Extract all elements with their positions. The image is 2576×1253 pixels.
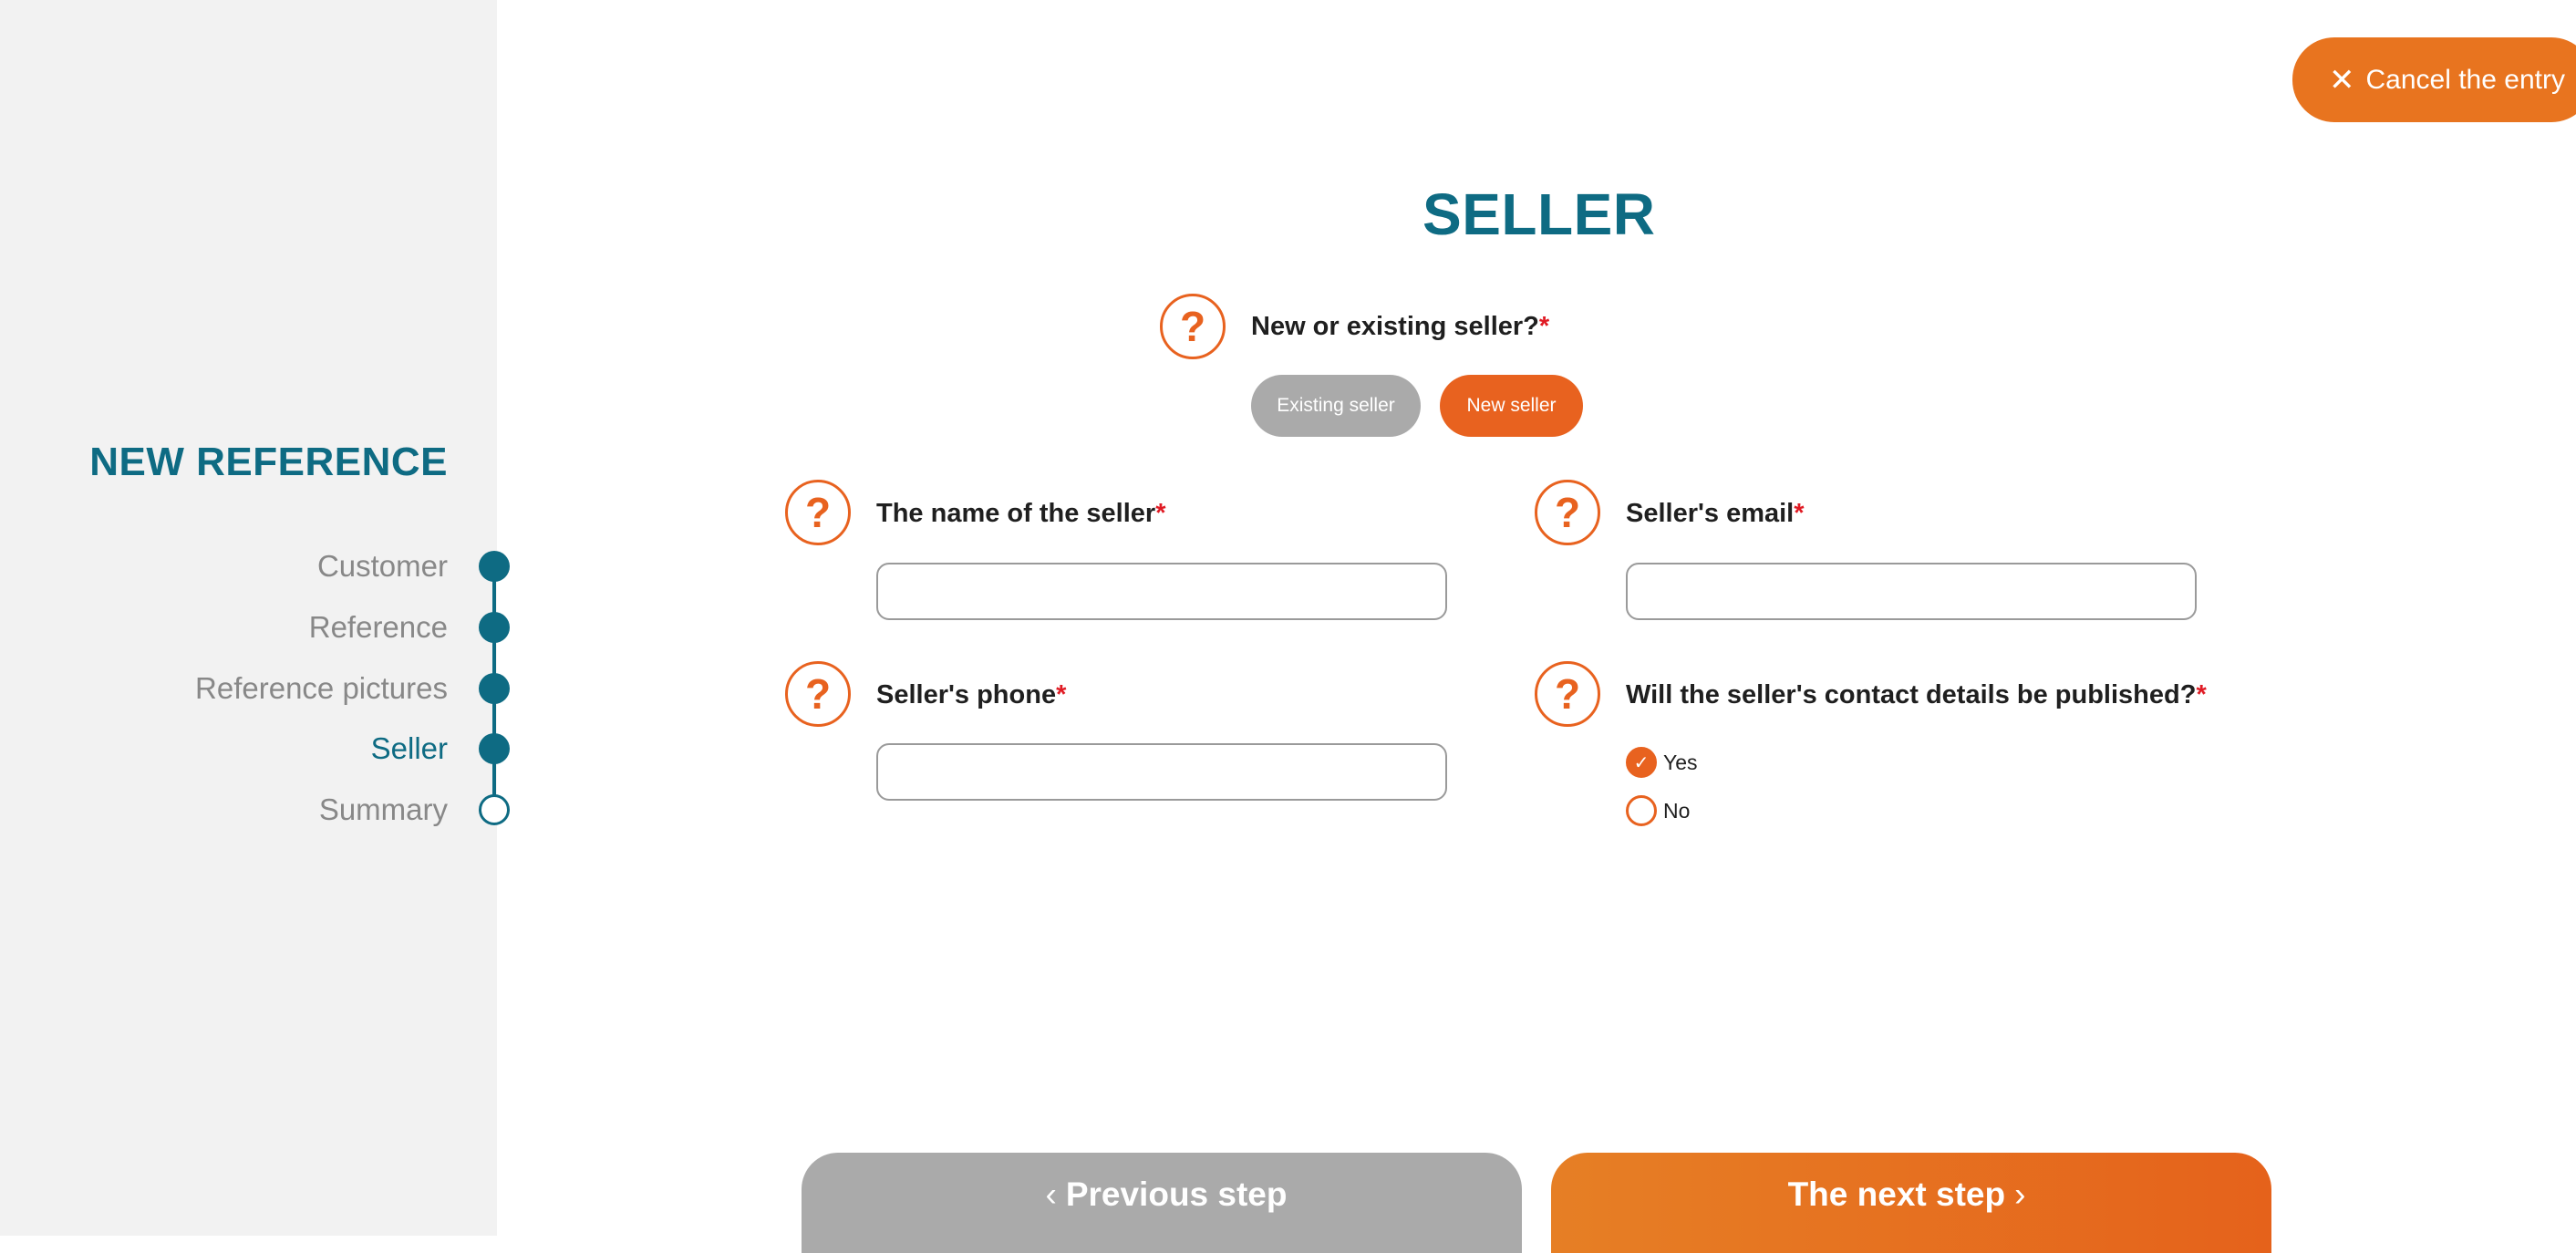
- required-mark: *: [2196, 680, 2207, 709]
- next-step-button[interactable]: The next step ›: [1551, 1153, 2271, 1253]
- existing-seller-button[interactable]: Existing seller: [1251, 375, 1421, 437]
- next-step-label: The next step: [1787, 1175, 2006, 1213]
- help-question-icon[interactable]: ?: [1535, 480, 1600, 545]
- publish-yes-radio[interactable]: ✓ Yes: [1626, 747, 1698, 778]
- help-question-icon[interactable]: ?: [1535, 661, 1600, 727]
- step-label-current: Seller: [370, 731, 448, 765]
- publish-details-label: Will the seller's contact details be pub…: [1626, 680, 2207, 709]
- required-mark: *: [1794, 499, 1805, 528]
- seller-type-label: New or existing seller?*: [1251, 312, 1550, 341]
- radio-label: Yes: [1663, 750, 1698, 774]
- seller-phone-input[interactable]: [876, 743, 1447, 801]
- sidebar-title: NEW REFERENCE: [89, 440, 448, 484]
- previous-step-label: Previous step: [1065, 1175, 1288, 1213]
- step-dot-current: [479, 733, 510, 764]
- required-mark: *: [1538, 312, 1550, 341]
- page-title: SELLER: [1422, 181, 1656, 247]
- seller-email-label: Seller's email*: [1626, 499, 1805, 528]
- required-mark: *: [1056, 680, 1067, 709]
- radio-empty-icon: [1626, 795, 1657, 826]
- step-dot-pending: [479, 794, 510, 825]
- radio-label: No: [1663, 798, 1691, 823]
- step-label: Customer: [316, 549, 448, 583]
- help-question-icon[interactable]: ?: [785, 661, 851, 727]
- sidebar: NEW REFERENCE Customer Reference Referen…: [0, 0, 510, 1236]
- seller-name-label: The name of the seller*: [876, 499, 1166, 528]
- step-label: Reference pictures: [195, 671, 448, 705]
- step-dot-done: [479, 551, 510, 582]
- step-label: Summary: [318, 792, 448, 826]
- publish-no-radio[interactable]: No: [1626, 795, 1690, 826]
- seller-name-input[interactable]: [876, 563, 1447, 620]
- seller-email-input[interactable]: [1626, 563, 2197, 620]
- close-icon: ✕: [2329, 62, 2355, 98]
- help-question-icon[interactable]: ?: [1160, 294, 1226, 359]
- previous-step-button[interactable]: ‹ Previous step: [802, 1153, 1522, 1253]
- new-seller-button[interactable]: New seller: [1440, 375, 1583, 437]
- step-label: Reference: [308, 610, 448, 644]
- checkmark-icon: ✓: [1626, 747, 1657, 778]
- step-dot-done: [479, 612, 510, 643]
- cancel-entry-label: Cancel the entry: [2365, 64, 2565, 95]
- cancel-entry-button[interactable]: ✕ Cancel the entry: [2292, 37, 2576, 122]
- required-mark: *: [1155, 499, 1166, 528]
- chevron-left-icon: ‹: [1045, 1175, 1057, 1213]
- seller-phone-label: Seller's phone*: [876, 680, 1067, 709]
- chevron-right-icon: ›: [2014, 1175, 2026, 1213]
- help-question-icon[interactable]: ?: [785, 480, 851, 545]
- step-dot-done: [479, 673, 510, 704]
